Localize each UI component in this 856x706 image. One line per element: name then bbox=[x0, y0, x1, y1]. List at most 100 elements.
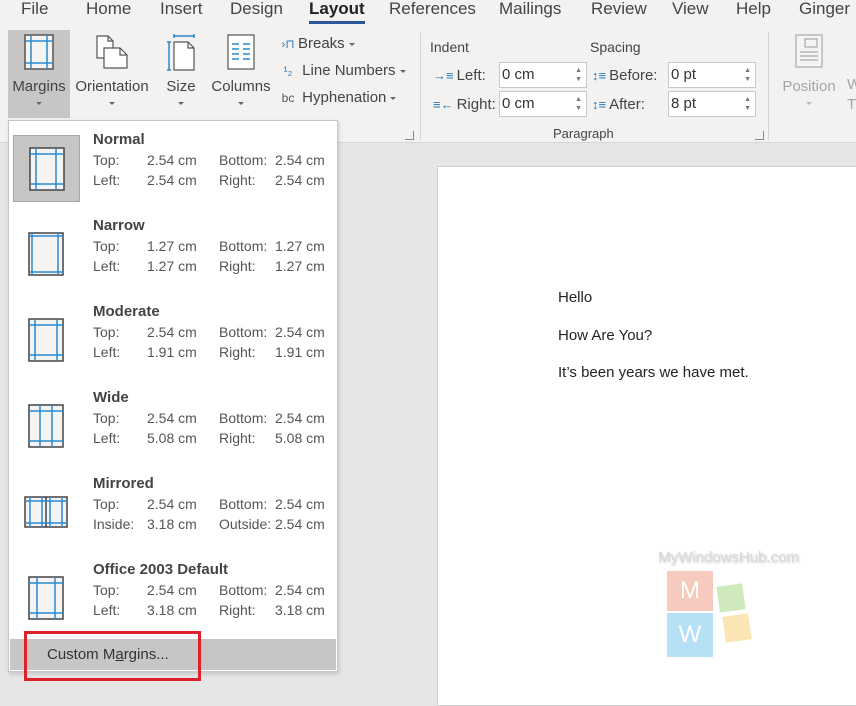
margin-preview-icon bbox=[13, 479, 80, 546]
preset-key: Bottom: bbox=[219, 152, 268, 168]
preset-key: Right: bbox=[219, 258, 256, 274]
preset-key: Bottom: bbox=[219, 582, 268, 598]
tab-file[interactable]: File bbox=[21, 0, 48, 24]
preset-value: 1.91 cm bbox=[147, 344, 197, 360]
tab-help[interactable]: Help bbox=[736, 0, 771, 24]
preset-value: 1.91 cm bbox=[275, 344, 325, 360]
line-numbers-label: Line Numbers bbox=[302, 62, 396, 79]
watermark-tile-yellow bbox=[722, 613, 752, 643]
margins-button[interactable]: Margins bbox=[8, 30, 70, 118]
preset-value: 2.54 cm bbox=[275, 496, 325, 512]
spinner-icon[interactable]: ▲ ▼ bbox=[575, 66, 582, 84]
columns-icon bbox=[227, 34, 255, 70]
document-page[interactable]: Hello How Are You? It’s been years we ha… bbox=[437, 166, 856, 706]
preset-value: 2.54 cm bbox=[275, 324, 325, 340]
paragraph-launcher-icon[interactable] bbox=[755, 131, 764, 140]
indent-left-label: →≡ Left: bbox=[433, 67, 486, 84]
preset-value: 5.08 cm bbox=[275, 430, 325, 446]
spinner-icon[interactable]: ▲ ▼ bbox=[744, 66, 751, 84]
preset-key: Right: bbox=[219, 430, 256, 446]
preset-name: Wide bbox=[93, 389, 129, 406]
preset-value: 2.54 cm bbox=[275, 516, 325, 532]
page-setup-launcher-icon[interactable] bbox=[405, 131, 414, 140]
spinner-icon[interactable]: ▲ ▼ bbox=[744, 95, 751, 113]
preset-key: Left: bbox=[93, 172, 121, 188]
position-button[interactable]: Position bbox=[780, 30, 838, 118]
preset-key: Right: bbox=[219, 172, 256, 188]
watermark-tile-m: M bbox=[667, 571, 713, 611]
preset-value: 2.54 cm bbox=[147, 496, 197, 512]
margin-preset-wide[interactable]: Wide Top: 2.54 cm Bottom: 2.54 cm Left: 5.08 c… bbox=[9, 383, 337, 469]
preset-key: Top: bbox=[93, 582, 120, 598]
chevron-down-icon bbox=[109, 102, 115, 105]
preset-value: 5.08 cm bbox=[147, 430, 197, 446]
indent-right-label: ≡← Right: bbox=[433, 96, 496, 113]
spacing-after-icon: ↕≡ bbox=[592, 97, 607, 112]
orientation-button[interactable]: Orientation bbox=[72, 30, 152, 118]
preset-key: Top: bbox=[93, 152, 120, 168]
margin-preset-moderate[interactable]: Moderate Top: 2.54 cm Bottom: 2.54 cm Left: 1.… bbox=[9, 297, 337, 383]
indent-left-input[interactable]: 0 cm ▲ ▼ bbox=[499, 62, 587, 88]
tab-layout[interactable]: Layout bbox=[309, 0, 365, 24]
indent-right-input[interactable]: 0 cm ▲ ▼ bbox=[499, 91, 587, 117]
paragraph-group-label: Paragraph bbox=[553, 126, 614, 141]
wrap-text-label[interactable]: W bbox=[847, 76, 856, 93]
preset-key: Inside: bbox=[93, 516, 135, 532]
preset-key: Right: bbox=[219, 602, 256, 618]
tab-view[interactable]: View bbox=[672, 0, 709, 24]
preset-key: Left: bbox=[93, 344, 121, 360]
tab-design[interactable]: Design bbox=[230, 0, 283, 24]
preset-value: 2.54 cm bbox=[275, 582, 325, 598]
margin-preset-office-2003-default[interactable]: Office 2003 Default Top: 2.54 cm Bottom: 2.5… bbox=[9, 555, 337, 641]
wrap-text-label-2: T bbox=[847, 96, 856, 113]
group-separator bbox=[420, 32, 421, 140]
preset-value: 1.27 cm bbox=[147, 238, 197, 254]
columns-button[interactable]: Columns bbox=[210, 30, 272, 118]
margins-dropdown-menu: Normal Top: 2.54 cm Bottom: 2.54 cm Left: 2.54… bbox=[8, 120, 338, 672]
margin-preview-icon bbox=[13, 393, 80, 460]
preset-key: Top: bbox=[93, 324, 120, 340]
document-line: Hello bbox=[558, 289, 593, 306]
chevron-down-icon bbox=[348, 42, 355, 46]
margin-preview-icon bbox=[13, 565, 80, 632]
preset-key: Bottom: bbox=[219, 238, 268, 254]
tab-review[interactable]: Review bbox=[591, 0, 647, 24]
spacing-before-input[interactable]: 0 pt ▲ ▼ bbox=[668, 62, 756, 88]
spacing-after-input[interactable]: 8 pt ▲ ▼ bbox=[668, 91, 756, 117]
preset-name: Moderate bbox=[93, 303, 160, 320]
watermark-logo: MyWindowsHub.com M W bbox=[658, 549, 818, 669]
tab-mailings[interactable]: Mailings bbox=[499, 0, 561, 24]
tab-references[interactable]: References bbox=[389, 0, 476, 24]
preset-value: 1.27 cm bbox=[275, 258, 325, 274]
preset-value: 2.54 cm bbox=[275, 172, 325, 188]
hyphenation-button[interactable]: bc Hyphenation bbox=[278, 87, 397, 109]
tab-home[interactable]: Home bbox=[86, 0, 131, 24]
line-numbers-button[interactable]: ¹₂ Line Numbers bbox=[278, 60, 406, 82]
size-button[interactable]: Size bbox=[160, 30, 202, 118]
preset-value: 2.54 cm bbox=[275, 152, 325, 168]
line-numbers-icon: ¹₂ bbox=[283, 64, 293, 79]
preset-key: Bottom: bbox=[219, 410, 268, 426]
tab-insert[interactable]: Insert bbox=[160, 0, 203, 24]
watermark-tile-w: W bbox=[667, 613, 713, 657]
preset-key: Top: bbox=[93, 238, 120, 254]
breaks-button[interactable]: ›⊓ Breaks bbox=[278, 33, 355, 55]
preset-value: 2.54 cm bbox=[275, 410, 325, 426]
margin-preset-narrow[interactable]: Narrow Top: 1.27 cm Bottom: 1.27 cm Left: 1.27… bbox=[9, 211, 337, 297]
spacing-heading: Spacing bbox=[590, 39, 641, 55]
spinner-icon[interactable]: ▲ ▼ bbox=[575, 95, 582, 113]
preset-key: Top: bbox=[93, 410, 120, 426]
tab-ginger[interactable]: Ginger bbox=[799, 0, 850, 24]
chevron-down-icon bbox=[399, 69, 406, 73]
preset-value: 3.18 cm bbox=[147, 516, 197, 532]
hyphenation-label: Hyphenation bbox=[302, 89, 387, 106]
chevron-down-icon bbox=[806, 102, 812, 105]
margin-preset-mirrored[interactable]: Mirrored Top: 2.54 cm Bottom: 2.54 cm Inside:… bbox=[9, 469, 337, 555]
preset-key: Bottom: bbox=[219, 324, 268, 340]
preset-value: 1.27 cm bbox=[275, 238, 325, 254]
preset-key: Left: bbox=[93, 258, 121, 274]
margins-icon bbox=[24, 34, 54, 70]
position-label: Position bbox=[782, 78, 836, 95]
margin-preset-normal[interactable]: Normal Top: 2.54 cm Bottom: 2.54 cm Left: 2.54… bbox=[9, 125, 337, 211]
document-line: It’s been years we have met. bbox=[558, 364, 749, 381]
